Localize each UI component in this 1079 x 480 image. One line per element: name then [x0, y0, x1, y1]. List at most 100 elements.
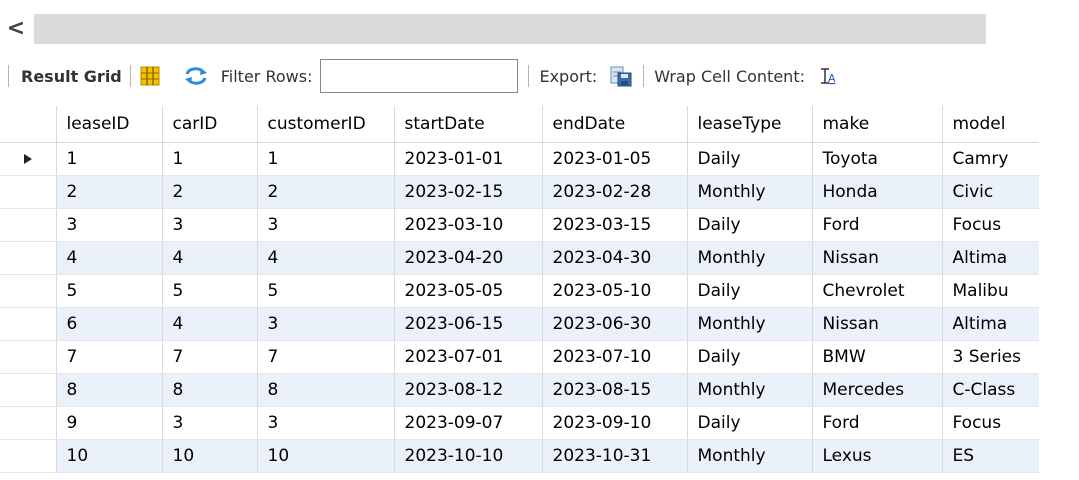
cell-leasetype[interactable]: Daily: [686, 406, 812, 440]
cell-startdate[interactable]: 2023-03-10: [393, 208, 542, 242]
cell-model[interactable]: Altima: [941, 241, 1039, 275]
cell-carid[interactable]: 8: [161, 373, 257, 407]
table-row[interactable]: 2 2 2 2023-02-15 2023-02-28 Monthly Honda Civic: [0, 175, 1039, 209]
column-header-model[interactable]: model: [941, 106, 1039, 143]
cell-enddate[interactable]: 2023-09-10: [541, 406, 687, 440]
cell-model[interactable]: Civic: [941, 175, 1039, 209]
cell-model[interactable]: 3 Series: [941, 340, 1039, 374]
cell-customerid[interactable]: 3: [256, 307, 394, 341]
scrollbar-track[interactable]: [34, 14, 986, 44]
cell-leaseid[interactable]: 7: [55, 340, 162, 374]
cell-carid[interactable]: 5: [161, 274, 257, 308]
cell-leaseid[interactable]: 5: [55, 274, 162, 308]
row-indicator[interactable]: [0, 208, 56, 242]
cell-carid[interactable]: 4: [161, 241, 257, 275]
row-indicator[interactable]: [0, 439, 56, 473]
table-row[interactable]: 1 1 1 2023-01-01 2023-01-05 Daily Toyota Camry: [0, 142, 1039, 176]
table-row[interactable]: 3 3 3 2023-03-10 2023-03-15 Daily Ford Focus: [0, 208, 1039, 242]
cell-enddate[interactable]: 2023-06-30: [541, 307, 687, 341]
cell-customerid[interactable]: 7: [256, 340, 394, 374]
cell-make[interactable]: Mercedes: [811, 373, 942, 407]
row-indicator[interactable]: [0, 241, 56, 275]
table-row[interactable]: 5 5 5 2023-05-05 2023-05-10 Daily Chevrolet Mal…: [0, 274, 1039, 308]
cell-leasetype[interactable]: Monthly: [686, 373, 812, 407]
cell-enddate[interactable]: 2023-10-31: [541, 439, 687, 473]
cell-startdate[interactable]: 2023-02-15: [393, 175, 542, 209]
row-indicator[interactable]: [0, 373, 56, 407]
cell-leaseid[interactable]: 9: [55, 406, 162, 440]
cell-customerid[interactable]: 2: [256, 175, 394, 209]
cell-carid[interactable]: 7: [161, 340, 257, 374]
filter-rows-input[interactable]: [320, 59, 519, 93]
cell-startdate[interactable]: 2023-10-10: [393, 439, 542, 473]
cell-enddate[interactable]: 2023-04-30: [541, 241, 687, 275]
cell-leasetype[interactable]: Daily: [686, 274, 812, 308]
table-row[interactable]: 9 3 3 2023-09-07 2023-09-10 Daily Ford Focus: [0, 406, 1039, 440]
column-header-make[interactable]: make: [811, 106, 942, 143]
table-row[interactable]: 8 8 8 2023-08-12 2023-08-15 Monthly Mercedes C-…: [0, 373, 1039, 407]
cell-make[interactable]: Nissan: [811, 241, 942, 275]
row-indicator[interactable]: [0, 175, 56, 209]
grid-layout-icon[interactable]: [139, 65, 161, 87]
cell-leaseid[interactable]: 2: [55, 175, 162, 209]
table-row[interactable]: 7 7 7 2023-07-01 2023-07-10 Daily BMW 3 Series: [0, 340, 1039, 374]
cell-startdate[interactable]: 2023-09-07: [393, 406, 542, 440]
cell-enddate[interactable]: 2023-03-15: [541, 208, 687, 242]
column-header-startdate[interactable]: startDate: [393, 106, 542, 143]
cell-carid[interactable]: 3: [161, 406, 257, 440]
cell-customerid[interactable]: 5: [256, 274, 394, 308]
cell-leasetype[interactable]: Monthly: [686, 241, 812, 275]
row-indicator[interactable]: [0, 274, 56, 308]
cell-leaseid[interactable]: 3: [55, 208, 162, 242]
column-header-enddate[interactable]: endDate: [541, 106, 687, 143]
cell-leaseid[interactable]: 4: [55, 241, 162, 275]
table-row[interactable]: 6 4 3 2023-06-15 2023-06-30 Monthly Nissan Alti…: [0, 307, 1039, 341]
cell-make[interactable]: Honda: [811, 175, 942, 209]
column-header-carid[interactable]: carID: [161, 106, 257, 143]
cell-leasetype[interactable]: Daily: [686, 340, 812, 374]
cell-leasetype[interactable]: Daily: [686, 142, 812, 176]
cell-startdate[interactable]: 2023-05-05: [393, 274, 542, 308]
column-header-customerid[interactable]: customerID: [256, 106, 394, 143]
table-row[interactable]: 10 10 10 2023-10-10 2023-10-31 Monthly Lexus ES: [0, 439, 1039, 473]
row-indicator[interactable]: [0, 307, 56, 341]
cell-enddate[interactable]: 2023-07-10: [541, 340, 687, 374]
cell-leaseid[interactable]: 8: [55, 373, 162, 407]
cell-startdate[interactable]: 2023-07-01: [393, 340, 542, 374]
cell-customerid[interactable]: 4: [256, 241, 394, 275]
refresh-icon[interactable]: [183, 65, 209, 87]
cell-enddate[interactable]: 2023-05-10: [541, 274, 687, 308]
cell-model[interactable]: ES: [941, 439, 1039, 473]
cell-startdate[interactable]: 2023-01-01: [393, 142, 542, 176]
row-indicator[interactable]: [0, 406, 56, 440]
cell-leasetype[interactable]: Daily: [686, 208, 812, 242]
cell-customerid[interactable]: 3: [256, 208, 394, 242]
cell-leasetype[interactable]: Monthly: [686, 175, 812, 209]
cell-model[interactable]: Focus: [941, 208, 1039, 242]
cell-model[interactable]: Altima: [941, 307, 1039, 341]
row-indicator[interactable]: [0, 340, 56, 374]
wrap-text-icon[interactable]: A: [819, 66, 839, 86]
cell-leaseid[interactable]: 6: [55, 307, 162, 341]
cell-model[interactable]: Malibu: [941, 274, 1039, 308]
cell-customerid[interactable]: 10: [256, 439, 394, 473]
cell-carid[interactable]: 3: [161, 208, 257, 242]
cell-carid[interactable]: 1: [161, 142, 257, 176]
cell-startdate[interactable]: 2023-08-12: [393, 373, 542, 407]
cell-enddate[interactable]: 2023-02-28: [541, 175, 687, 209]
cell-customerid[interactable]: 8: [256, 373, 394, 407]
cell-make[interactable]: Ford: [811, 208, 942, 242]
cell-leasetype[interactable]: Monthly: [686, 439, 812, 473]
column-header-leaseid[interactable]: leaseID: [55, 106, 162, 143]
cell-leaseid[interactable]: 10: [55, 439, 162, 473]
cell-carid[interactable]: 10: [161, 439, 257, 473]
cell-carid[interactable]: 4: [161, 307, 257, 341]
cell-startdate[interactable]: 2023-06-15: [393, 307, 542, 341]
cell-carid[interactable]: 2: [161, 175, 257, 209]
cell-startdate[interactable]: 2023-04-20: [393, 241, 542, 275]
cell-make[interactable]: Toyota: [811, 142, 942, 176]
table-row[interactable]: 4 4 4 2023-04-20 2023-04-30 Monthly Nissan Alti…: [0, 241, 1039, 275]
cell-model[interactable]: Camry: [941, 142, 1039, 176]
horizontal-scrollbar[interactable]: <: [0, 14, 1079, 44]
cell-model[interactable]: Focus: [941, 406, 1039, 440]
